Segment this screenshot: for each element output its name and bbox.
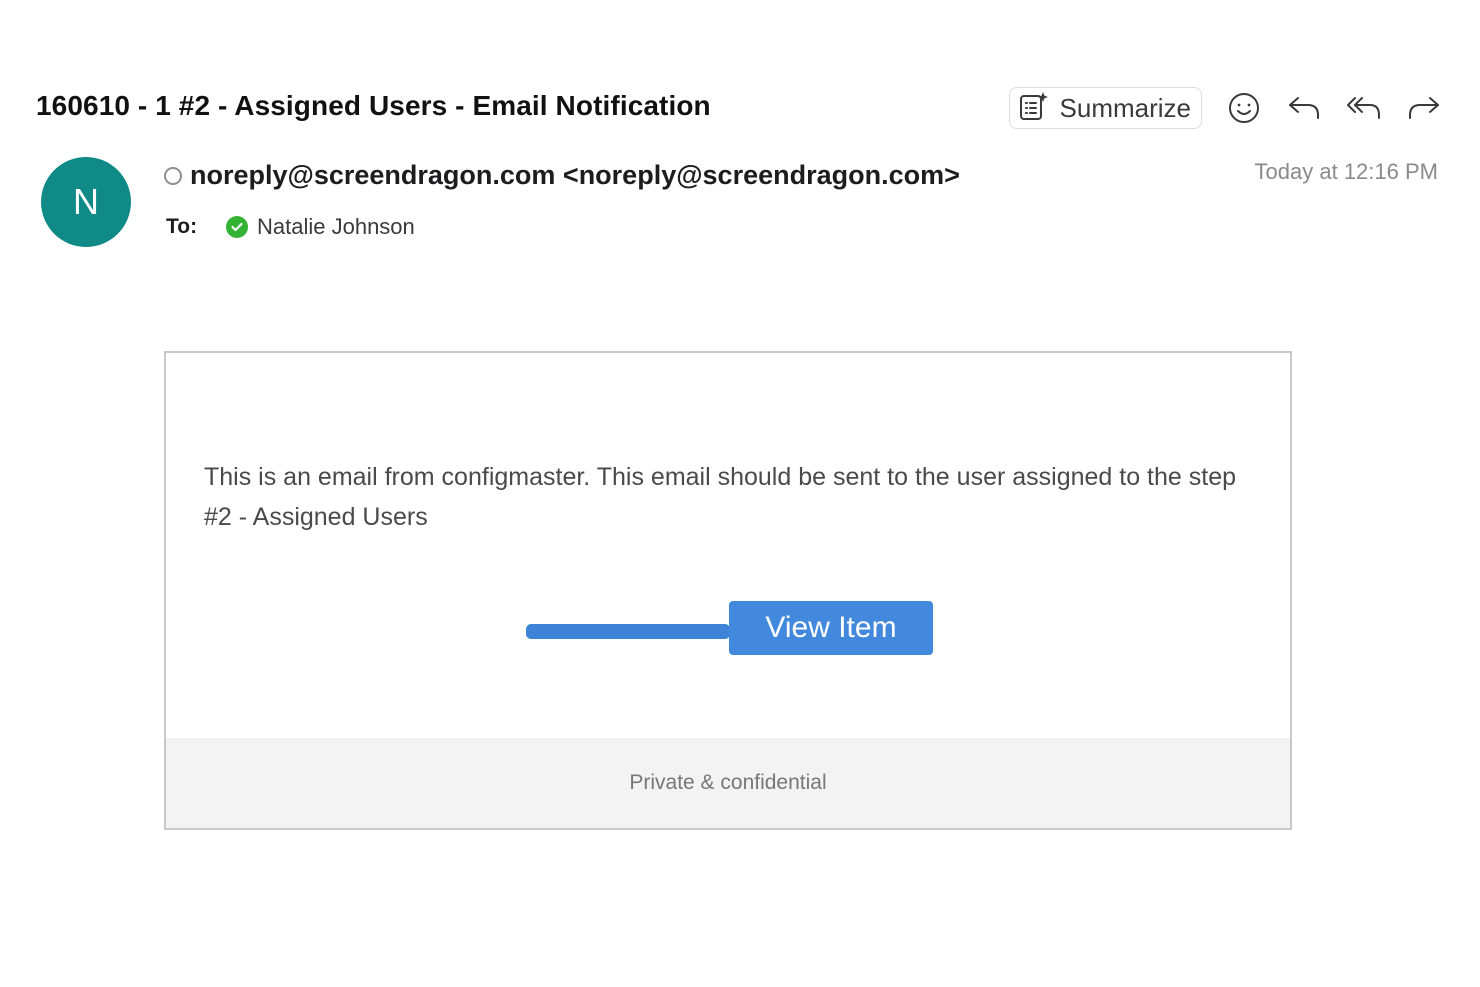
email-body-card: This is an email from configmaster. This… (164, 351, 1292, 830)
email-message-text: This is an email from configmaster. This… (204, 463, 1237, 531)
recipient-row: To: Natalie Johnson (166, 214, 415, 240)
reply-icon[interactable] (1284, 88, 1324, 128)
to-label: To: (166, 215, 198, 238)
button-accent-bar (526, 624, 730, 639)
summarize-button[interactable]: Summarize (1008, 87, 1202, 129)
footer-text: Private & confidential (629, 771, 827, 794)
presence-status-icon (164, 166, 182, 185)
email-subject: 160610 - 1 #2 - Assigned Users - Email N… (36, 90, 711, 121)
summarize-label: Summarize (1059, 92, 1191, 123)
verified-check-icon (226, 216, 248, 238)
email-footer: Private & confidential (166, 738, 1290, 828)
reply-all-icon[interactable] (1344, 88, 1384, 128)
summarize-icon (1018, 90, 1050, 127)
message-toolbar: Summarize (1008, 86, 1444, 130)
received-date: Today at 12:16 PM (1254, 159, 1438, 184)
recipient-name[interactable]: Natalie Johnson (257, 214, 415, 240)
sender-address[interactable]: noreply@screendragon.com <noreply@screen… (190, 160, 960, 191)
forward-icon[interactable] (1404, 88, 1444, 128)
emoji-reaction-icon[interactable] (1224, 88, 1264, 128)
view-item-button[interactable]: View Item (729, 601, 933, 655)
sender-row: noreply@screendragon.com <noreply@screen… (164, 160, 960, 191)
avatar[interactable]: N (41, 157, 131, 247)
